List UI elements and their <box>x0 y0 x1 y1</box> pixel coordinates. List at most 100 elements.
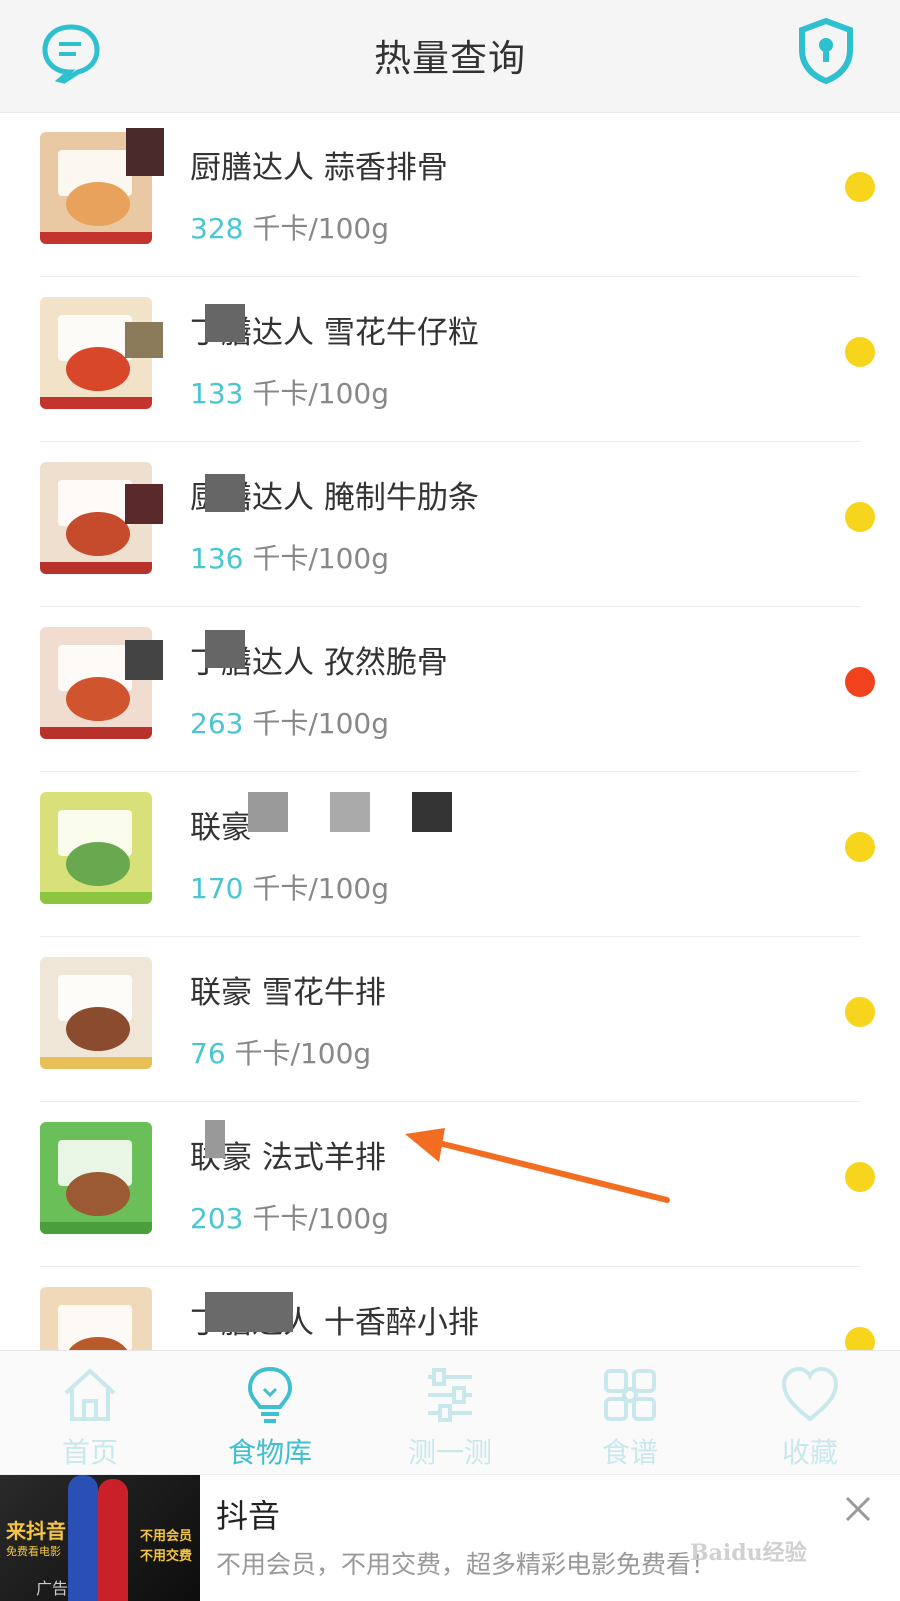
nav-label-food-library: 食物库 <box>227 1436 312 1469</box>
calorie-value: 203 <box>190 1202 244 1235</box>
shield-lock-icon[interactable] <box>798 18 854 84</box>
ad-image-text-4: 不用交费 <box>140 1549 193 1564</box>
calorie-unit: 千卡/100g <box>234 1037 372 1070</box>
food-list-item[interactable]: 丁膳达人 十香醉小排 <box>0 1267 900 1350</box>
food-calories: 170 千卡/100g <box>190 867 389 907</box>
package-food-photo <box>66 1007 130 1051</box>
ad-tag: 广告 <box>36 1579 69 1598</box>
watermark: Baidu经验 <box>690 1540 807 1566</box>
food-name: 联豪 雪花牛排 <box>190 975 386 1011</box>
mosaic-redaction <box>205 1120 225 1158</box>
food-thumbnail <box>40 1122 152 1234</box>
food-list-item[interactable]: 联豪 雪花牛排 76 千卡/100g <box>0 937 900 1102</box>
heart-icon <box>781 1366 839 1422</box>
rating-dot <box>845 1162 875 1192</box>
ad-title[interactable]: 抖音 <box>216 1491 280 1537</box>
package-strip <box>40 562 152 574</box>
mosaic-redaction <box>248 792 288 832</box>
calorie-unit: 千卡/100g <box>252 1202 390 1235</box>
ad-description[interactable]: 不用会员，不用交费，超多精彩电影免费看！ <box>216 1545 716 1581</box>
ad-image[interactable]: 来抖音 免费看电影 不用会员 不用交费 广告 <box>0 1475 200 1601</box>
package-strip <box>40 727 152 739</box>
package-food-photo <box>66 512 130 556</box>
food-list-item[interactable]: 丁膳达人 雪花牛仔粒 133 千卡/100g <box>0 277 900 442</box>
rating-dot <box>845 997 875 1027</box>
rating-dot <box>845 172 875 202</box>
rating-dot <box>845 832 875 862</box>
calorie-unit: 千卡/100g <box>252 872 390 905</box>
nav-label-favorites: 收藏 <box>781 1436 838 1469</box>
mosaic-redaction <box>126 128 164 176</box>
calorie-value: 136 <box>190 542 244 575</box>
nav-item-favorites[interactable]: 收藏 <box>720 1351 900 1475</box>
calorie-value: 76 <box>190 1037 226 1070</box>
ad-figure-red <box>98 1479 128 1601</box>
mosaic-redaction <box>412 792 452 832</box>
package-food-photo <box>66 347 130 391</box>
grid-icon <box>604 1369 656 1421</box>
calorie-unit: 千卡/100g <box>252 212 390 245</box>
bottom-nav: 首页 食物库 测一测 食谱 收藏 <box>0 1350 900 1475</box>
food-calories: 76 千卡/100g <box>190 1032 371 1072</box>
calorie-value: 263 <box>190 707 244 740</box>
ad-image-text-1: 来抖音 <box>6 1519 66 1543</box>
calorie-value: 170 <box>190 872 244 905</box>
food-name: 联豪 <box>190 810 252 846</box>
food-calories: 136 千卡/100g <box>190 537 389 577</box>
sliders-icon <box>428 1368 472 1422</box>
top-bar: 热量查询 <box>0 0 900 113</box>
package-strip <box>40 397 152 409</box>
nav-label-home: 首页 <box>61 1436 118 1469</box>
package-strip <box>40 1057 152 1069</box>
nav-item-recipes[interactable]: 食谱 <box>540 1351 720 1475</box>
nav-label-recipes: 食谱 <box>601 1436 658 1469</box>
package-food-photo <box>66 182 130 226</box>
mosaic-redaction <box>125 640 163 680</box>
ad-banner[interactable]: 来抖音 免费看电影 不用会员 不用交费 广告 抖音 不用会员，不用交费，超多精彩… <box>0 1474 900 1601</box>
rating-dot <box>845 337 875 367</box>
package-food-photo <box>66 677 130 721</box>
nav-item-food-library[interactable]: 食物库 <box>180 1351 360 1475</box>
lightbulb-icon <box>247 1366 293 1423</box>
arrow-annotation-icon <box>405 1128 670 1203</box>
package-strip <box>40 1222 152 1234</box>
mosaic-redaction <box>205 474 245 512</box>
mosaic-redaction <box>205 304 245 342</box>
mosaic-redaction <box>205 1292 293 1332</box>
nav-item-test[interactable]: 测一测 <box>360 1351 540 1475</box>
food-calories: 203 千卡/100g <box>190 1197 389 1237</box>
close-icon[interactable] <box>844 1495 872 1523</box>
calorie-value: 328 <box>190 212 244 245</box>
food-calories: 328 千卡/100g <box>190 207 389 247</box>
food-list-item[interactable]: 厨膳达人 腌制牛肋条 136 千卡/100g <box>0 442 900 607</box>
food-calories: 263 千卡/100g <box>190 702 389 742</box>
calorie-value: 133 <box>190 377 244 410</box>
nav-label-test: 测一测 <box>407 1436 492 1469</box>
package-food-photo <box>66 842 130 886</box>
ad-image-text-2: 免费看电影 <box>6 1545 61 1558</box>
calorie-unit: 千卡/100g <box>252 707 390 740</box>
ad-image-text-3: 不用会员 <box>140 1529 193 1544</box>
home-icon <box>64 1368 116 1421</box>
food-thumbnail <box>40 1287 152 1350</box>
calorie-unit: 千卡/100g <box>252 542 390 575</box>
mosaic-redaction <box>330 792 370 832</box>
page-title: 热量查询 <box>374 37 526 80</box>
food-list-item[interactable]: 丁膳达人 孜然脆骨 263 千卡/100g <box>0 607 900 772</box>
ad-figure-blue <box>68 1475 98 1601</box>
mosaic-redaction <box>125 322 163 358</box>
nav-item-home[interactable]: 首页 <box>0 1351 180 1475</box>
rating-dot <box>845 1327 875 1350</box>
package-food-photo <box>66 1172 130 1216</box>
food-name: 厨膳达人 蒜香排骨 <box>190 150 448 186</box>
food-thumbnail <box>40 792 152 904</box>
mosaic-redaction <box>125 484 163 524</box>
food-thumbnail <box>40 957 152 1069</box>
rating-dot <box>845 502 875 532</box>
package-strip <box>40 892 152 904</box>
calorie-unit: 千卡/100g <box>252 377 390 410</box>
mosaic-redaction <box>205 630 245 668</box>
package-strip <box>40 232 152 244</box>
rating-dot <box>845 667 875 697</box>
food-calories: 133 千卡/100g <box>190 372 389 412</box>
